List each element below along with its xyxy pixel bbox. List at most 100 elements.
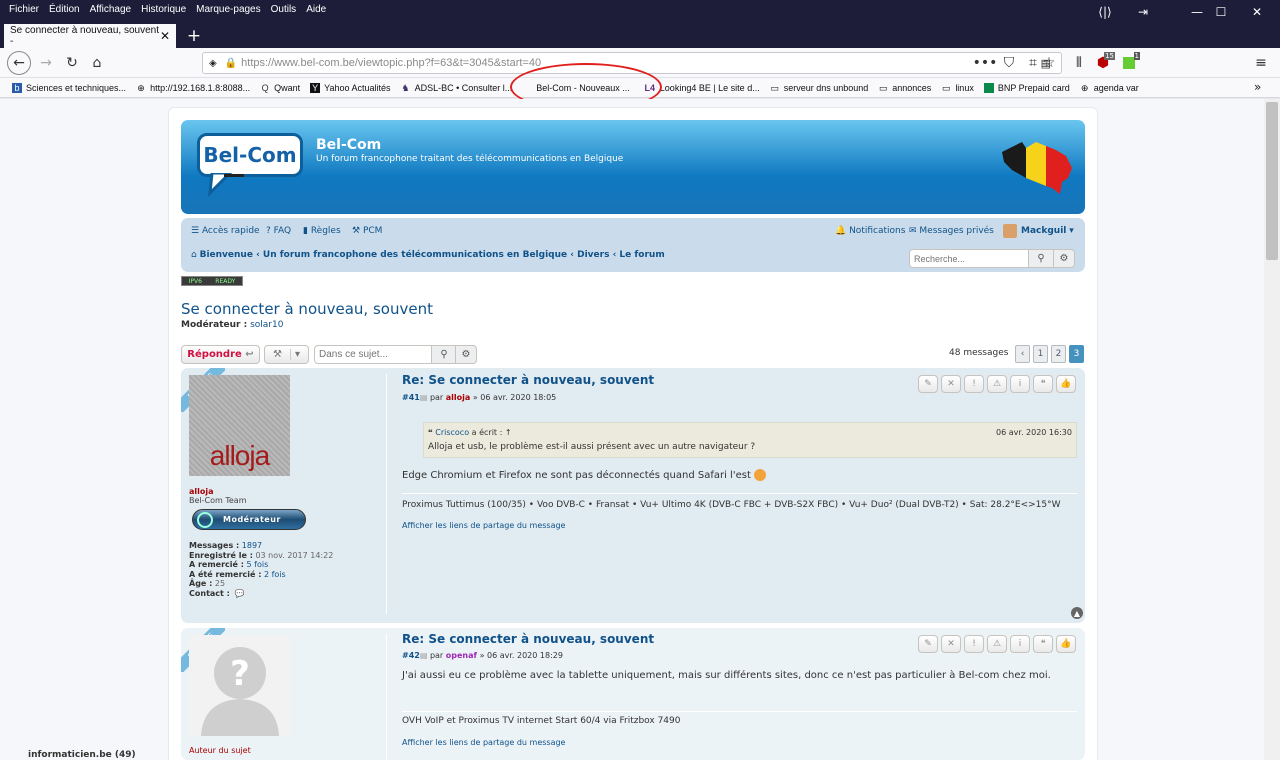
topic-advanced-search-button[interactable]: ⚙ (455, 345, 477, 364)
report-icon[interactable]: ⚠ (987, 635, 1007, 653)
breadcrumb-item-1[interactable]: Un forum francophone des télécommunicati… (263, 250, 567, 260)
share-links[interactable]: Afficher les liens de partage du message (402, 738, 565, 747)
tab-close-icon[interactable]: ✕ (160, 29, 170, 43)
post-number[interactable]: #42 (402, 651, 420, 660)
signature-divider (402, 711, 1077, 712)
breadcrumb-item-3[interactable]: Le forum (619, 250, 664, 260)
breadcrumb-item-0[interactable]: Bienvenue (200, 250, 253, 260)
post-author-alloja[interactable]: alloja (189, 487, 214, 496)
warn-icon[interactable]: ! (964, 635, 984, 653)
pcm-link[interactable]: ⚒ PCM (352, 226, 382, 236)
reply-button[interactable]: Répondre ↩ (181, 345, 260, 364)
search-button[interactable]: ⚲ (1028, 249, 1054, 268)
topic-tools-button[interactable]: ⚒ ▾ (264, 345, 309, 364)
forum-search-input[interactable] (909, 249, 1029, 268)
bookmark-agenda[interactable]: ⊕ agenda var (1080, 83, 1139, 93)
bookmark-folder-dns[interactable]: ▭ serveur dns unbound (770, 83, 868, 93)
warn-icon[interactable]: ! (964, 375, 984, 393)
post-title[interactable]: Re: Se connecter à nouveau, souvent (402, 632, 654, 646)
menu-edition[interactable]: Édition (44, 4, 85, 15)
topic-search-input[interactable] (314, 345, 432, 364)
share-links[interactable]: Afficher les liens de partage du message (402, 521, 565, 530)
bookmark-qwant[interactable]: Q Qwant (260, 83, 301, 93)
breadcrumb-item-2[interactable]: Divers (577, 250, 609, 260)
user-menu[interactable]: Mackguil ▾ (1003, 224, 1074, 238)
library-icon[interactable]: ⫴ (1066, 51, 1092, 75)
delete-icon[interactable]: ✕ (941, 635, 961, 653)
edit-icon[interactable]: ✎ (918, 375, 938, 393)
post-author-link[interactable]: alloja (446, 393, 471, 402)
back-icon[interactable]: ← (7, 51, 31, 75)
menu-fichier[interactable]: Fichier (4, 4, 44, 15)
page-1[interactable]: 1 (1033, 345, 1048, 363)
post-signature: OVH VoIP et Proximus TV internet Start 6… (402, 716, 681, 726)
user-avatar (1003, 224, 1017, 238)
bnp-icon (983, 82, 994, 93)
menu-outils[interactable]: Outils (266, 4, 302, 15)
rules-link[interactable]: ▮ Règles (303, 226, 341, 236)
menu-marque-pages[interactable]: Marque-pages (191, 4, 265, 15)
hamburger-menu-icon[interactable]: ≡ (1248, 51, 1274, 75)
quote-icon[interactable]: ❝ (1033, 375, 1053, 393)
post-author-link[interactable]: openaf (446, 651, 477, 660)
quick-access-link[interactable]: ☰ Accès rapide (191, 226, 260, 236)
bookmark-folder-annonces[interactable]: ▭ annonces (878, 83, 931, 93)
private-messages-link[interactable]: ✉ Messages privés (909, 226, 994, 236)
reply-icon: ↩ (241, 349, 254, 360)
reload-icon[interactable]: ↻ (59, 51, 85, 75)
topic-title[interactable]: Se connecter à nouveau, souvent (181, 300, 433, 318)
post-number[interactable]: #41 (402, 393, 420, 402)
thumbs-up-icon[interactable]: 👍 (1056, 635, 1076, 653)
forward-icon[interactable]: → (33, 51, 59, 75)
advanced-search-button[interactable]: ⚙ (1053, 249, 1075, 268)
pocket-icon[interactable]: ⛉ (996, 51, 1022, 75)
info-icon[interactable]: i (1010, 635, 1030, 653)
menu-historique[interactable]: Historique (136, 4, 191, 15)
site-logo[interactable]: Bel-Com (197, 133, 303, 177)
bookmark-folder-linux[interactable]: ▭ linux (941, 83, 974, 93)
moderator-link[interactable]: solar10 (250, 320, 283, 330)
ublock-icon[interactable]: ⬢ 15 (1090, 51, 1116, 75)
extension-icon[interactable]: 1 (1116, 51, 1142, 75)
info-icon[interactable]: i (1010, 375, 1030, 393)
tracking-shield-icon[interactable]: ◈ (209, 58, 217, 69)
back-to-top-icon[interactable]: ▲ (1071, 607, 1083, 619)
avatar-alloja[interactable]: alloja (189, 375, 290, 476)
new-tab-button[interactable]: + (182, 24, 206, 48)
bookmarks-overflow-icon[interactable]: » (1254, 80, 1261, 94)
post-title[interactable]: Re: Se connecter à nouveau, souvent (402, 373, 654, 387)
quote-icon[interactable]: ❝ (1033, 635, 1053, 653)
url-text[interactable]: https://www.bel-com.be/viewtopic.php?f=6… (241, 57, 541, 69)
home-icon[interactable]: ⌂ (84, 51, 110, 75)
faq-link[interactable]: ? FAQ (266, 226, 291, 236)
report-icon[interactable]: ⚠ (987, 375, 1007, 393)
bookmark-yahoo[interactable]: Y Yahoo Actualités (310, 82, 391, 93)
page-actions-icon[interactable]: ••• (972, 51, 998, 75)
wrench-icon: ⚒ (352, 226, 363, 236)
bookmark-sciences[interactable]: b Sciences et techniques... (12, 82, 126, 93)
bookmark-local-ip[interactable]: ⊕ http://192.168.1.8:8088... (136, 83, 250, 93)
bookmark-star-icon[interactable]: ☆ (1036, 51, 1062, 75)
site-title[interactable]: Bel-Com (316, 137, 381, 153)
scrollbar-thumb[interactable] (1266, 102, 1278, 260)
bookmark-adsl-bc[interactable]: ♞ ADSL-BC • Consulter l... (401, 83, 513, 93)
prev-page-button[interactable]: ‹ (1015, 345, 1030, 363)
messages-count: 48 messages (949, 348, 1009, 358)
restore-tab-icon[interactable]: ⇥ (1120, 0, 1166, 24)
bookmark-bnp[interactable]: BNP Prepaid card (983, 82, 1070, 93)
menu-aide[interactable]: Aide (301, 4, 331, 15)
delete-icon[interactable]: ✕ (941, 375, 961, 393)
edit-icon[interactable]: ✎ (918, 635, 938, 653)
quote-author[interactable]: Criscoco (435, 428, 469, 437)
avatar-default[interactable]: ? (189, 635, 290, 736)
notifications-link[interactable]: 🔔 Notifications (835, 226, 905, 236)
lock-warning-icon[interactable]: 🔒 (225, 58, 237, 69)
chat-bubble-icon[interactable]: 💬 (232, 589, 245, 598)
topic-search-button[interactable]: ⚲ (431, 345, 457, 364)
close-window-button[interactable]: ✕ (1234, 0, 1280, 24)
tab-active[interactable]: Se connecter à nouveau, souvent - ✕ (4, 24, 176, 48)
menu-affichage[interactable]: Affichage (85, 4, 137, 15)
page-2[interactable]: 2 (1051, 345, 1066, 363)
page-3-current[interactable]: 3 (1069, 345, 1084, 363)
thumbs-up-icon[interactable]: 👍 (1056, 375, 1076, 393)
